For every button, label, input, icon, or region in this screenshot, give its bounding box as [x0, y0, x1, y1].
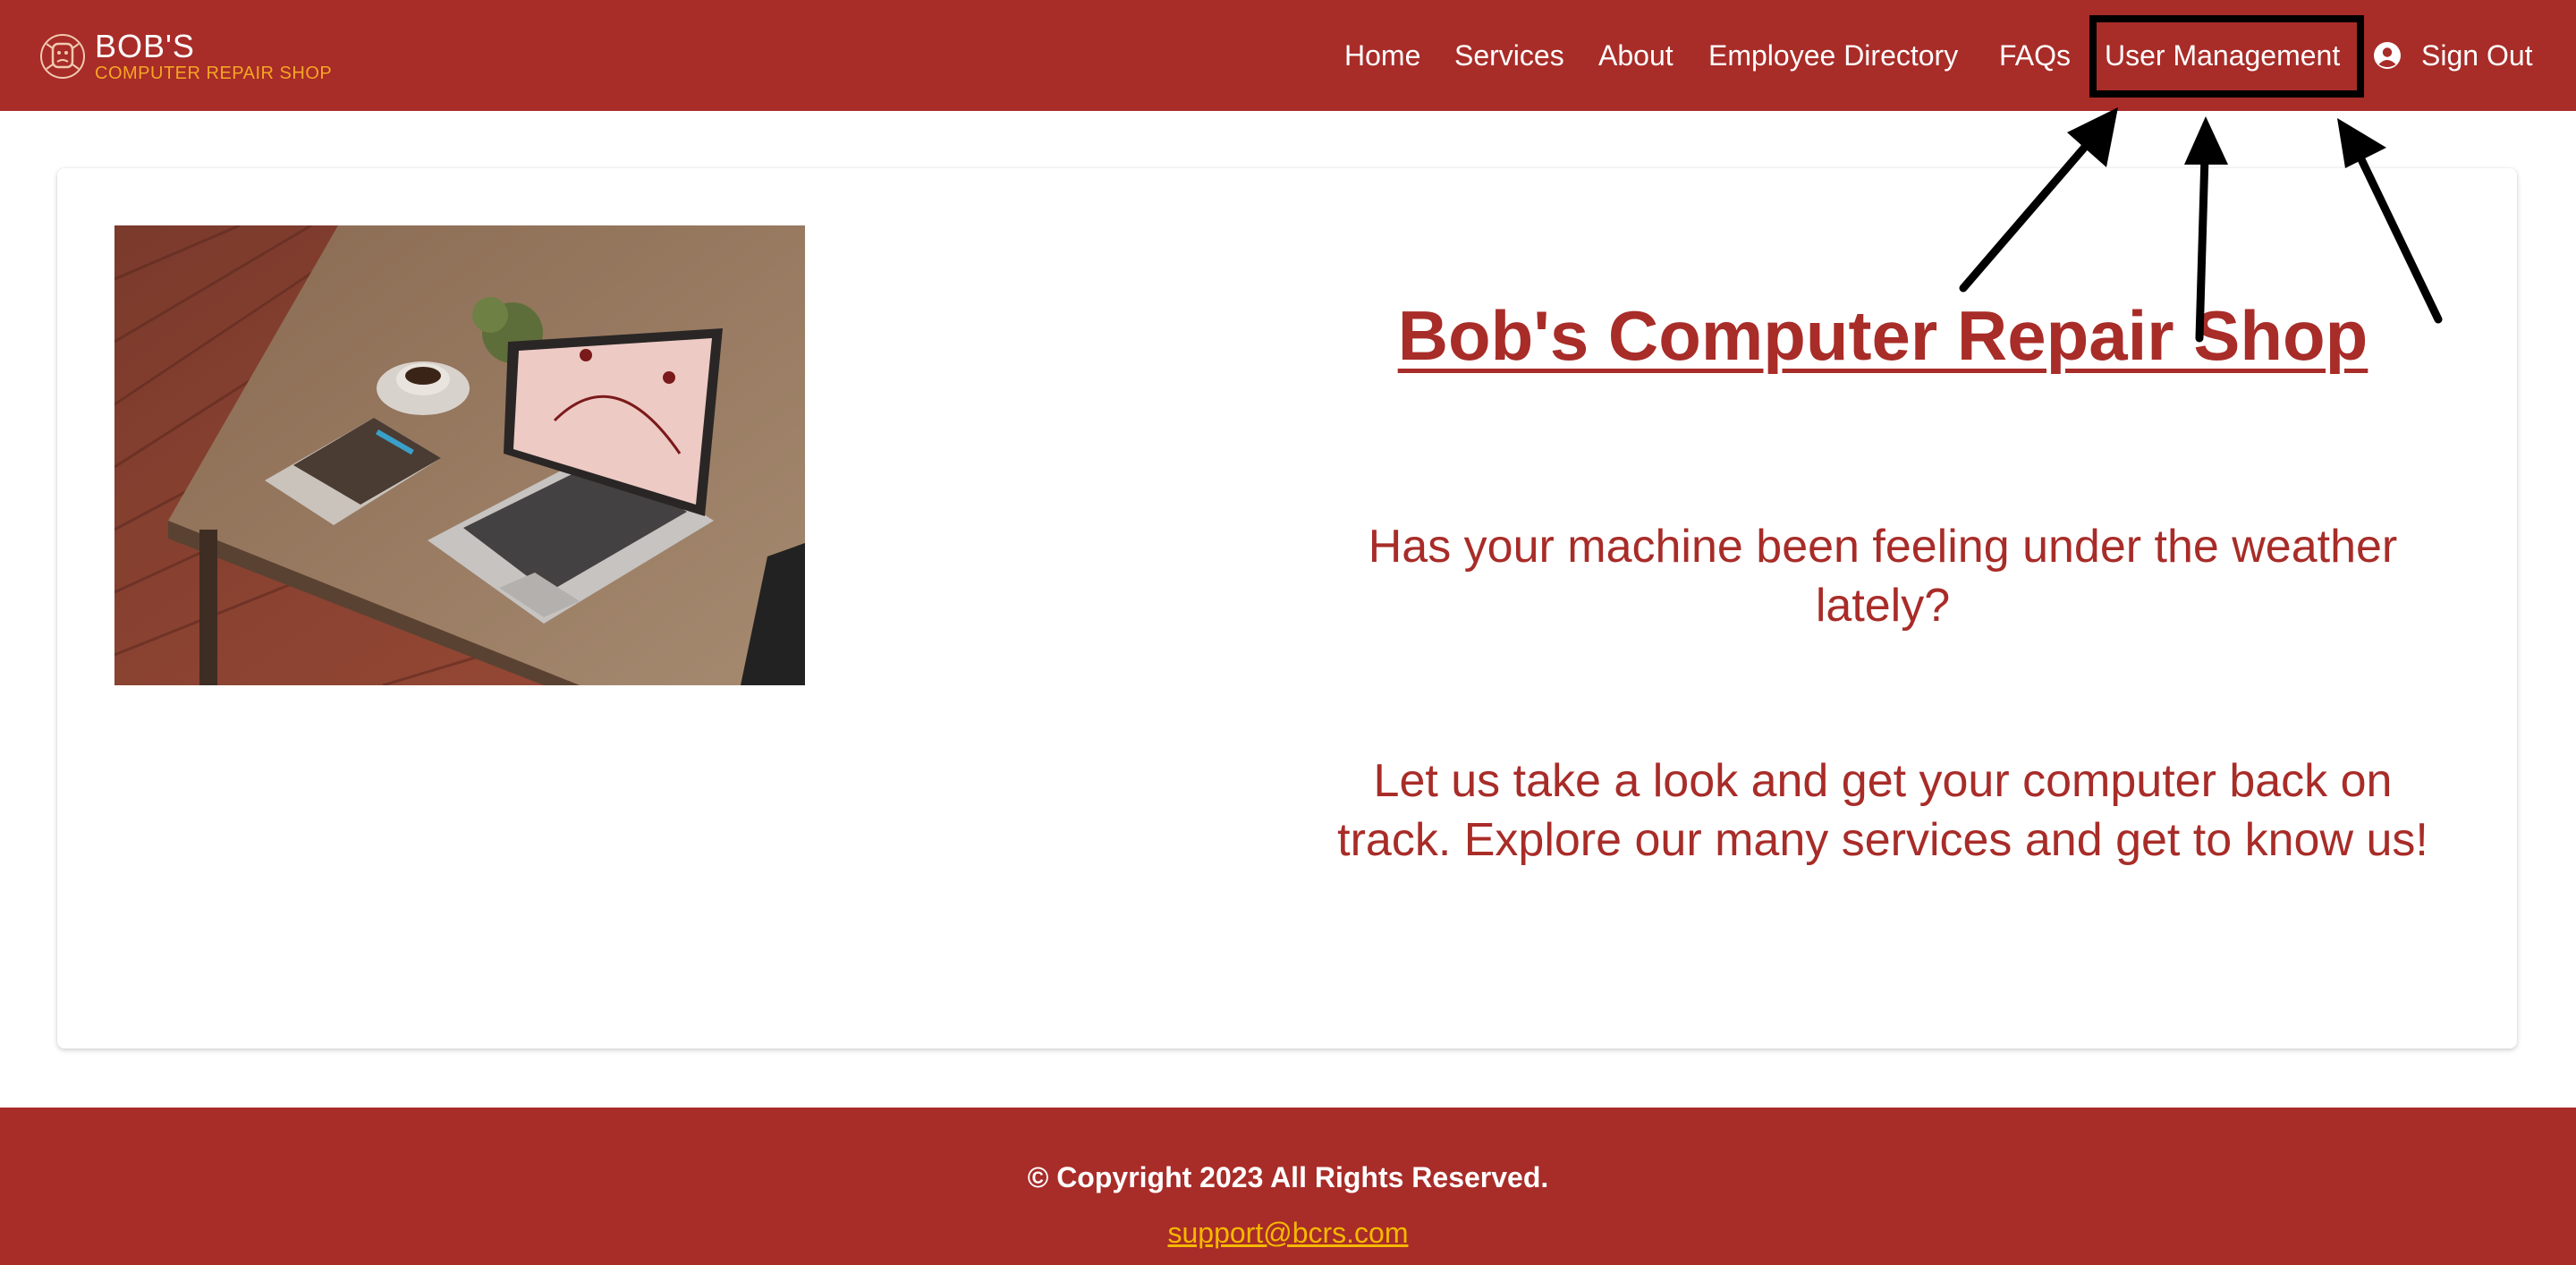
hero-tagline: Has your machine been feeling under the …	[1368, 521, 2398, 632]
brand-logo[interactable]: BOB'S COMPUTER REPAIR SHOP	[38, 30, 332, 82]
nav-sign-out-link[interactable]: Sign Out	[2373, 0, 2533, 111]
top-navbar: BOB'S COMPUTER REPAIR SHOP Home Services…	[0, 0, 2576, 111]
copyright-text: © Copyright 2023 All Rights Reserved.	[1027, 1161, 1549, 1193]
page-title: Bob's Computer Repair Shop	[1397, 296, 2368, 375]
nav-services-link[interactable]: Services	[1454, 0, 1564, 111]
sign-out-label: Sign Out	[2421, 38, 2533, 72]
arrow-head-right	[2337, 118, 2386, 168]
hero-call-to-action: Let us take a look and get your computer…	[1337, 755, 2428, 866]
user-circle-icon	[2374, 42, 2401, 69]
nav-faqs-link[interactable]: FAQs	[1999, 0, 2071, 111]
nav-about-link[interactable]: About	[1598, 0, 1674, 111]
computer-logo-icon	[40, 34, 85, 79]
arrow-head-middle	[2184, 116, 2228, 165]
hero-laptop-image	[114, 225, 805, 685]
arrow-head-left	[2067, 107, 2118, 167]
nav-home-link[interactable]: Home	[1344, 0, 1420, 111]
brand-name: BOB'S	[95, 28, 195, 64]
support-email-link[interactable]: support@bcrs.com	[0, 1217, 2576, 1250]
brand-subtitle: COMPUTER REPAIR SHOP	[95, 64, 333, 83]
nav-user-management-link[interactable]: User Management	[2105, 0, 2340, 111]
nav-employee-directory-link[interactable]: Employee Directory	[1708, 0, 1958, 111]
